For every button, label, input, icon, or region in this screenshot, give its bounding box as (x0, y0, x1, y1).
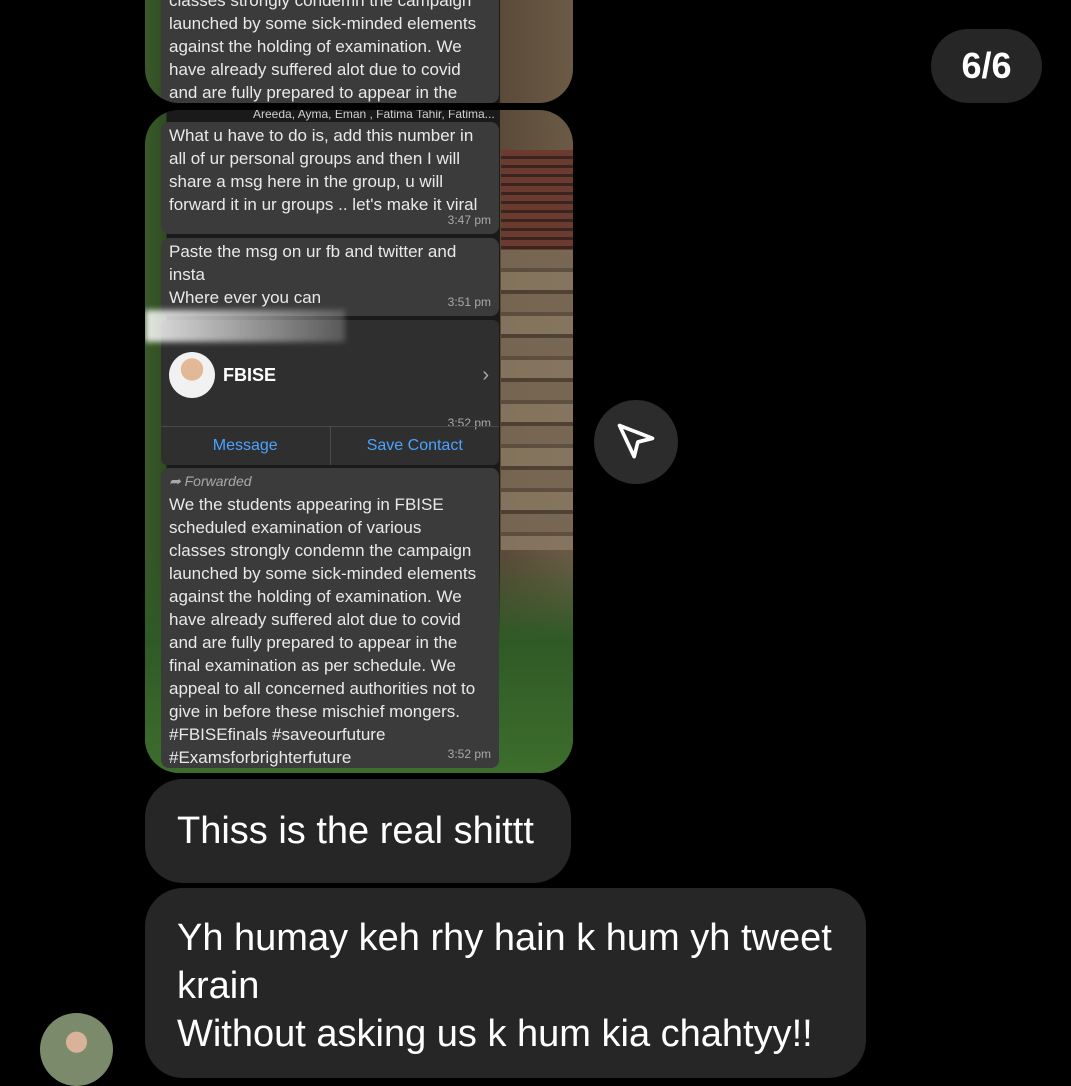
paper-plane-icon (617, 423, 655, 459)
save-contact-button[interactable]: Save Contact (329, 427, 500, 465)
message-text: We the students appearing in FBISE sched… (169, 495, 477, 767)
sender-avatar[interactable] (40, 1013, 113, 1086)
forward-arrow-icon: ➦ (169, 473, 181, 489)
chevron-right-icon: › (482, 364, 489, 386)
message-text: classes strongly condemn the campaign la… (169, 0, 477, 102)
forwarded-message-bubble: ➦ Forwarded We the students appearing in… (161, 468, 499, 768)
message-text: What u have to do is, add this number in… (169, 126, 478, 214)
message-time: 3:52 pm (447, 747, 491, 761)
contact-avatar (169, 352, 215, 398)
page-counter: 6/6 (931, 29, 1042, 103)
shared-screenshot-main[interactable]: Areeda, Ayma, Eman , Fatima Tahir, Fatim… (145, 110, 573, 773)
share-button[interactable] (594, 400, 678, 484)
message-time: 3:47 pm (447, 213, 491, 227)
dm-message-bubble[interactable]: Thiss is the real shittt (145, 779, 571, 883)
message-bubble: Paste the msg on ur fb and twitter and i… (161, 238, 499, 316)
dm-message-bubble[interactable]: Yh humay keh rhy hain k hum yh tweet kra… (145, 888, 866, 1078)
message-bubble: What u have to do is, add this number in… (161, 122, 499, 234)
group-members-header: Areeda, Ayma, Eman , Fatima Tahir, Fatim… (253, 110, 495, 121)
message-time: 3:51 pm (447, 295, 491, 309)
blur-overlay (145, 310, 345, 342)
forwarded-message-bubble: classes strongly condemn the campaign la… (161, 0, 499, 103)
background-stone-wall (501, 250, 573, 550)
forwarded-label: ➦ Forwarded (169, 473, 252, 489)
shared-screenshot-top[interactable]: classes strongly condemn the campaign la… (145, 0, 573, 103)
background-brick (501, 150, 573, 250)
message-text: Paste the msg on ur fb and twitter and i… (169, 242, 457, 307)
message-button[interactable]: Message (161, 427, 330, 465)
contact-name: FBISE (223, 365, 277, 385)
